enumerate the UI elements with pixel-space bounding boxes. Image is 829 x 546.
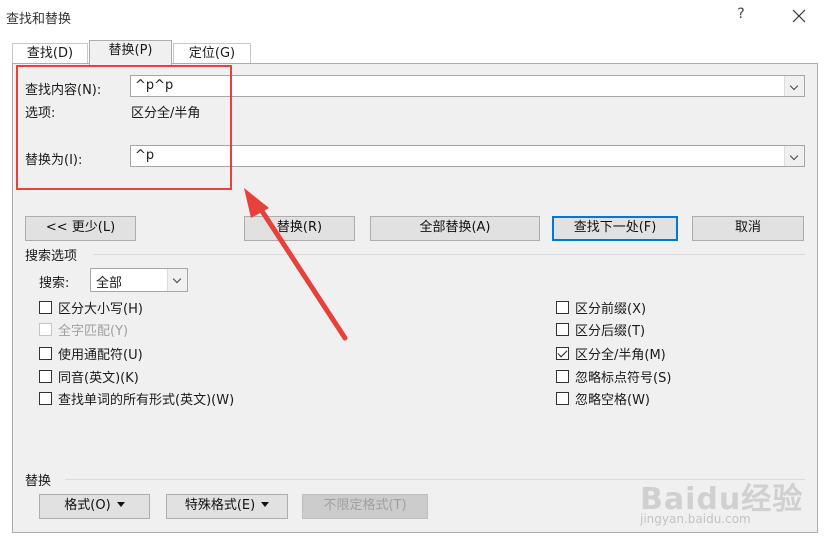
checkbox-box[interactable] xyxy=(556,391,569,405)
find-what-value: ^p^p xyxy=(135,78,174,93)
find-what-input[interactable]: ^p^p xyxy=(130,75,805,97)
less-button[interactable]: << 更少(L) xyxy=(25,216,136,241)
replace-with-value: ^p xyxy=(135,148,155,163)
ignore-space-checkbox[interactable]: 忽略空格(W) xyxy=(556,389,650,408)
replace-button[interactable]: 替换(R) xyxy=(244,216,355,241)
no-formatting-button[interactable]: 不限定格式(T) xyxy=(302,494,428,519)
whole-word-label: 全字匹配(Y) xyxy=(58,323,129,339)
close-icon[interactable] xyxy=(786,3,812,29)
checkbox-box[interactable] xyxy=(556,322,569,336)
search-direction-label: 搜索: xyxy=(39,276,70,291)
divider xyxy=(93,254,805,255)
chevron-down-icon[interactable] xyxy=(167,269,187,291)
checkbox-box[interactable] xyxy=(556,346,569,360)
match-prefix-label: 区分前缀(X) xyxy=(575,301,647,317)
special-format-button[interactable]: 特殊格式(E) xyxy=(166,494,288,519)
all-word-forms-label: 查找单词的所有形式(英文)(W) xyxy=(58,392,235,408)
caret-down-icon xyxy=(116,502,125,507)
cancel-button[interactable]: 取消 xyxy=(692,216,804,241)
tab-replace[interactable]: 替换(P) xyxy=(89,40,172,65)
match-case-label: 区分大小写(H) xyxy=(58,301,143,317)
replace-with-label: 替换为(I): xyxy=(25,153,83,168)
match-case-checkbox[interactable]: 区分大小写(H) xyxy=(39,298,143,317)
checkbox-box[interactable] xyxy=(556,300,569,314)
search-direction-value: 全部 xyxy=(96,276,123,291)
search-direction-select[interactable]: 全部 xyxy=(90,268,188,292)
match-width-label: 区分全/半角(M) xyxy=(575,347,666,363)
match-suffix-label: 区分后缀(T) xyxy=(575,323,646,339)
sounds-like-checkbox[interactable]: 同音(英文)(K) xyxy=(39,367,139,386)
checkbox-box[interactable] xyxy=(39,346,52,360)
all-word-forms-checkbox[interactable]: 查找单词的所有形式(英文)(W) xyxy=(39,389,235,408)
find-what-label: 查找内容(N): xyxy=(25,83,102,98)
sounds-like-label: 同音(英文)(K) xyxy=(58,370,139,386)
checkbox-box[interactable] xyxy=(39,391,52,405)
whole-word-checkbox[interactable]: 全字匹配(Y) xyxy=(39,320,129,339)
replace-with-input[interactable]: ^p xyxy=(130,145,805,167)
checkbox-box[interactable] xyxy=(39,369,52,383)
format-button[interactable]: 格式(O) xyxy=(39,494,150,519)
watermark-url: jingyan.baidu.com xyxy=(640,512,751,526)
ignore-punctuation-checkbox[interactable]: 忽略标点符号(S) xyxy=(556,367,672,386)
chevron-down-icon[interactable] xyxy=(784,76,804,96)
match-suffix-checkbox[interactable]: 区分后缀(T) xyxy=(556,320,646,339)
checkbox-box[interactable] xyxy=(556,369,569,383)
wildcards-label: 使用通配符(U) xyxy=(58,347,143,363)
replace-section-title: 替换 xyxy=(25,474,52,489)
special-format-label: 特殊格式(E) xyxy=(184,498,256,513)
find-next-button[interactable]: 查找下一处(F) xyxy=(552,216,678,241)
match-width-checkbox[interactable]: 区分全/半角(M) xyxy=(556,344,666,363)
options-label: 选项: xyxy=(25,106,56,121)
match-prefix-checkbox[interactable]: 区分前缀(X) xyxy=(556,298,647,317)
ignore-punctuation-label: 忽略标点符号(S) xyxy=(575,370,672,386)
options-value: 区分全/半角 xyxy=(131,106,201,121)
wildcards-checkbox[interactable]: 使用通配符(U) xyxy=(39,344,143,363)
watermark: Baidu经验 jingyan.baidu.com xyxy=(630,456,829,544)
search-options-title: 搜索选项 xyxy=(25,249,78,264)
caret-down-icon xyxy=(261,502,270,507)
title-bar: 查找和替换 ? xyxy=(0,0,829,32)
window-title: 查找和替换 xyxy=(6,12,72,27)
tab-goto[interactable]: 定位(G) xyxy=(173,43,251,64)
ignore-space-label: 忽略空格(W) xyxy=(575,392,650,408)
tab-find[interactable]: 查找(D) xyxy=(12,43,88,64)
replace-all-button[interactable]: 全部替换(A) xyxy=(370,216,540,241)
help-button[interactable]: ? xyxy=(733,6,749,26)
format-label: 格式(O) xyxy=(64,498,111,513)
checkbox-box[interactable] xyxy=(39,300,52,314)
chevron-down-icon[interactable] xyxy=(784,146,804,166)
checkbox-box[interactable] xyxy=(39,322,52,336)
